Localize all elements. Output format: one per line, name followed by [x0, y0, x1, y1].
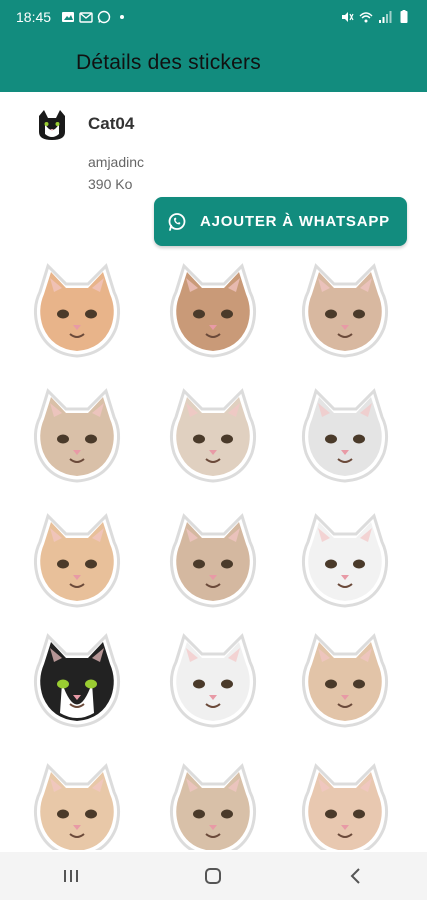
pack-tray-icon — [39, 110, 65, 140]
back-icon — [350, 868, 360, 884]
cat-sticker-icon — [33, 513, 121, 608]
sticker-cat-grumpy[interactable] — [158, 758, 268, 850]
sticker-cat-shout[interactable] — [22, 508, 132, 618]
system-nav-bar — [0, 852, 427, 900]
sticker-cat-top-hat[interactable] — [158, 383, 268, 493]
cat-sticker-icon — [169, 513, 257, 608]
app-bar: Détails des stickers — [0, 34, 427, 92]
cat-sticker-icon — [169, 263, 257, 358]
whatsapp-notification-icon — [97, 10, 111, 24]
sticker-cat-squint[interactable] — [158, 258, 268, 368]
pack-size: 390 Ko — [88, 176, 133, 192]
sticker-cat-sitting[interactable] — [290, 383, 400, 493]
sticker-cat-smirk[interactable] — [158, 508, 268, 618]
signal-icon — [379, 11, 392, 23]
cat-sticker-icon — [169, 633, 257, 728]
status-time: 18:45 — [16, 9, 52, 25]
recents-icon — [64, 870, 79, 882]
pack-header: Cat04 amjadinc 390 Ko AJOUTER À WHATSAPP — [0, 92, 427, 252]
status-bar: 18:45 — [0, 0, 427, 34]
sticker-cat-laughing[interactable] — [22, 258, 132, 368]
sticker-cat-tuxedo[interactable] — [22, 628, 132, 738]
whatsapp-icon — [168, 212, 186, 231]
wifi-icon — [359, 12, 373, 23]
gallery-notification-icon — [62, 12, 75, 22]
cat-sticker-icon — [169, 388, 257, 483]
battery-icon — [400, 10, 408, 23]
cat-sticker-icon — [301, 388, 389, 483]
cat-sticker-icon — [301, 763, 389, 850]
page-title: Détails des stickers — [76, 51, 261, 74]
recents-button[interactable] — [41, 856, 101, 896]
sticker-cat-surprised[interactable] — [158, 628, 268, 738]
sticker-cat-tongue[interactable] — [22, 383, 132, 493]
cat-sticker-icon — [301, 633, 389, 728]
sticker-cat-smile[interactable] — [290, 258, 400, 368]
pack-author: amjadinc — [88, 154, 145, 170]
add-to-whatsapp-button[interactable]: AJOUTER À WHATSAPP — [154, 197, 407, 246]
home-button[interactable] — [183, 856, 243, 896]
sticker-cat-bowtie[interactable] — [290, 628, 400, 738]
cat-sticker-icon — [33, 263, 121, 358]
cat-sticker-icon — [301, 263, 389, 358]
home-icon — [205, 868, 222, 884]
gmail-notification-icon — [79, 12, 93, 23]
sticker-cat-bow-pink[interactable] — [290, 758, 400, 850]
cat-sticker-icon — [301, 513, 389, 608]
cat-sticker-icon — [33, 633, 121, 728]
sticker-cat-looking-up[interactable] — [290, 508, 400, 618]
add-to-whatsapp-label: AJOUTER À WHATSAPP — [200, 213, 390, 230]
cat-sticker-icon — [33, 388, 121, 483]
mute-icon — [342, 12, 354, 22]
dot-icon — [120, 15, 125, 19]
back-button[interactable] — [326, 856, 386, 896]
cat-sticker-icon — [33, 763, 121, 850]
pack-name: Cat04 — [88, 114, 135, 133]
sticker-grid — [0, 255, 427, 850]
cat-sticker-icon — [169, 763, 257, 850]
sticker-cat-blue-hat[interactable] — [22, 758, 132, 850]
